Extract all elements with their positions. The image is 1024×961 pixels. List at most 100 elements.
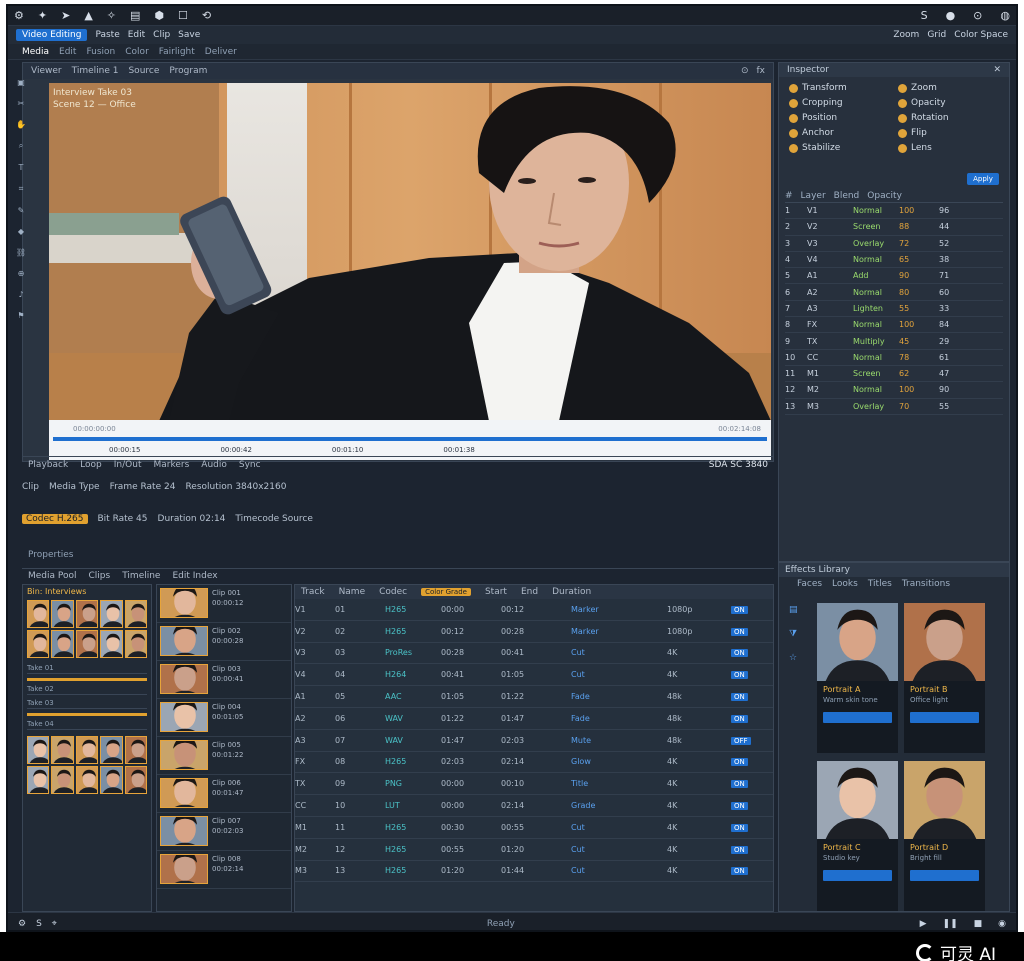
clip-item[interactable]: Clip 002 00:00:28 [157, 623, 291, 661]
timeline-row[interactable]: A1 05 AAC 01:05 01:22 Fade 48k ON [295, 686, 773, 708]
sparkle-icon[interactable]: ✦ [38, 9, 47, 22]
tab-media[interactable]: Media [22, 47, 49, 57]
clip-item[interactable]: Clip 008 00:02:14 [157, 851, 291, 889]
pause-icon[interactable]: ❚❚ [943, 919, 958, 929]
prop-item[interactable]: Zoom [898, 83, 999, 93]
timeline-row[interactable]: V3 03 ProRes 00:28 00:41 Cut 4K ON [295, 643, 773, 665]
tab-edit[interactable]: Edit [59, 47, 76, 57]
layers-icon[interactable]: ▤ [130, 9, 140, 22]
clip-item[interactable]: Clip 006 00:01:47 [157, 775, 291, 813]
hex-icon[interactable]: ⬢ [154, 9, 164, 22]
track-toggle[interactable]: ON [731, 605, 748, 614]
media-line[interactable]: Take 02 [27, 685, 147, 695]
apply-button[interactable]: Apply [967, 173, 999, 185]
toolbar-item[interactable]: Paste [95, 30, 119, 40]
media-thumbnail[interactable] [75, 630, 99, 658]
media-line[interactable]: Take 04 [27, 720, 147, 730]
card-apply-button[interactable] [910, 712, 979, 723]
transport-item[interactable]: Loop [80, 460, 102, 470]
prop-item[interactable]: Cropping [789, 98, 890, 108]
filter-icon[interactable]: ⧩ [789, 629, 803, 639]
media-thumbnail[interactable] [100, 600, 123, 628]
target-icon[interactable]: ⌖ [52, 919, 57, 929]
timeline-row[interactable]: V4 04 H264 00:41 01:05 Cut 4K ON [295, 664, 773, 687]
track-toggle[interactable]: ON [731, 671, 748, 680]
crop-tool-icon[interactable]: ⌗ [19, 184, 24, 194]
track-toggle[interactable]: ON [731, 693, 748, 702]
codec-chip[interactable]: Codec H.265 [22, 514, 88, 524]
media-thumbnail[interactable] [27, 766, 50, 794]
media-thumbnail[interactable] [51, 736, 74, 764]
timeline-row[interactable]: M1 11 H265 00:30 00:55 Cut 4K ON [295, 817, 773, 839]
hand-tool-icon[interactable]: ✋ [16, 120, 26, 129]
record-icon[interactable]: ● [946, 9, 956, 22]
select-tool-icon[interactable]: ▣ [17, 78, 25, 87]
media-thumbnail[interactable] [75, 736, 99, 764]
star-icon[interactable]: ☆ [789, 653, 803, 663]
card-apply-button[interactable] [910, 870, 979, 881]
bottom-tab[interactable]: Media Pool [28, 571, 77, 581]
toolbar-right-item[interactable]: Zoom [893, 30, 919, 40]
card-apply-button[interactable] [823, 870, 892, 881]
effects-subtab[interactable]: Transitions [902, 579, 950, 589]
timeline-row[interactable]: TX 09 PNG 00:00 00:10 Title 4K ON [295, 773, 773, 796]
play-icon[interactable]: ▶ [920, 919, 927, 929]
undo-icon[interactable]: ⟲ [202, 9, 211, 22]
settings-icon[interactable]: ⚙ [14, 9, 24, 22]
layer-row[interactable]: 1 V1 Normal 100 96 [785, 203, 1003, 220]
timeline-row[interactable]: V1 01 H265 00:00 00:12 Marker 1080p ON [295, 599, 773, 621]
timeline-row[interactable]: M3 13 H265 01:20 01:44 Cut 4K ON [295, 861, 773, 883]
track-toggle[interactable]: ON [731, 627, 748, 636]
effect-card[interactable]: Portrait D Bright fill [904, 761, 985, 911]
clip-item[interactable]: Clip 001 00:00:12 [157, 585, 291, 623]
tab-fusion[interactable]: Fusion [86, 47, 115, 57]
snap-tool-icon[interactable]: ⊕ [18, 269, 25, 278]
zoom-tool-icon[interactable]: ⌕ [19, 141, 23, 151]
media-thumbnail[interactable] [51, 600, 74, 628]
media-thumbnail[interactable] [124, 766, 147, 794]
layer-row[interactable]: 10 CC Normal 78 61 [785, 350, 1003, 366]
prop-item[interactable]: Position [789, 113, 890, 123]
bottom-tab[interactable]: Edit Index [172, 571, 217, 581]
bottom-tab[interactable]: Timeline [122, 571, 160, 581]
clip-item[interactable]: Clip 004 00:01:05 [157, 699, 291, 737]
prop-item[interactable]: Rotation [898, 113, 999, 123]
layer-row[interactable]: 4 V4 Normal 65 38 [785, 252, 1003, 269]
transport-item[interactable]: In/Out [114, 460, 142, 470]
media-thumbnail[interactable] [27, 600, 50, 628]
layer-row[interactable]: 12 M2 Normal 100 90 [785, 382, 1003, 399]
toolbar-item[interactable]: Edit [128, 30, 145, 40]
layer-row[interactable]: 5 A1 Add 90 71 [785, 268, 1003, 285]
timeline-row[interactable]: A3 07 WAV 01:47 02:03 Mute 48k OFF [295, 730, 773, 752]
layer-row[interactable]: 8 FX Normal 100 84 [785, 317, 1003, 334]
media-thumbnail[interactable] [124, 736, 147, 764]
timeline-row[interactable]: CC 10 LUT 00:00 02:14 Grade 4K ON [295, 795, 773, 817]
star-icon[interactable]: ✧ [107, 9, 116, 22]
layer-row[interactable]: 11 M1 Screen 62 47 [785, 366, 1003, 383]
media-thumbnail[interactable] [124, 630, 147, 658]
clip-item[interactable]: Clip 005 00:01:22 [157, 737, 291, 775]
link-tool-icon[interactable]: ⛓ [16, 248, 26, 257]
transport-item[interactable]: Sync [239, 460, 261, 470]
viewer-tab[interactable]: Program [169, 66, 207, 76]
track-toggle[interactable]: ON [731, 823, 748, 832]
layer-row[interactable]: 13 M3 Overlay 70 55 [785, 399, 1003, 415]
toolbar-item[interactable]: Save [178, 30, 200, 40]
timeline-row[interactable]: M2 12 H265 00:55 01:20 Cut 4K ON [295, 839, 773, 861]
toolbar-right-item[interactable]: Color Space [954, 30, 1008, 40]
scrubber-track[interactable] [53, 437, 767, 441]
text-tool-icon[interactable]: T [19, 163, 24, 172]
track-toggle[interactable]: ON [731, 649, 748, 658]
fx-icon[interactable]: fx [757, 66, 766, 76]
audio-tool-icon[interactable]: ♪ [18, 290, 23, 299]
tab-color[interactable]: Color [125, 47, 149, 57]
viewer-tab[interactable]: Timeline 1 [72, 66, 119, 76]
track-toggle[interactable]: OFF [731, 736, 751, 745]
grade-chip[interactable]: Color Grade [421, 588, 471, 596]
transport-item[interactable]: Audio [201, 460, 227, 470]
stop-icon[interactable]: ■ [974, 919, 983, 929]
layer-row[interactable]: 2 V2 Screen 88 44 [785, 219, 1003, 236]
clip-item[interactable]: Clip 003 00:00:41 [157, 661, 291, 699]
prop-item[interactable]: Opacity [898, 98, 999, 108]
effects-subtab[interactable]: Looks [832, 579, 858, 589]
